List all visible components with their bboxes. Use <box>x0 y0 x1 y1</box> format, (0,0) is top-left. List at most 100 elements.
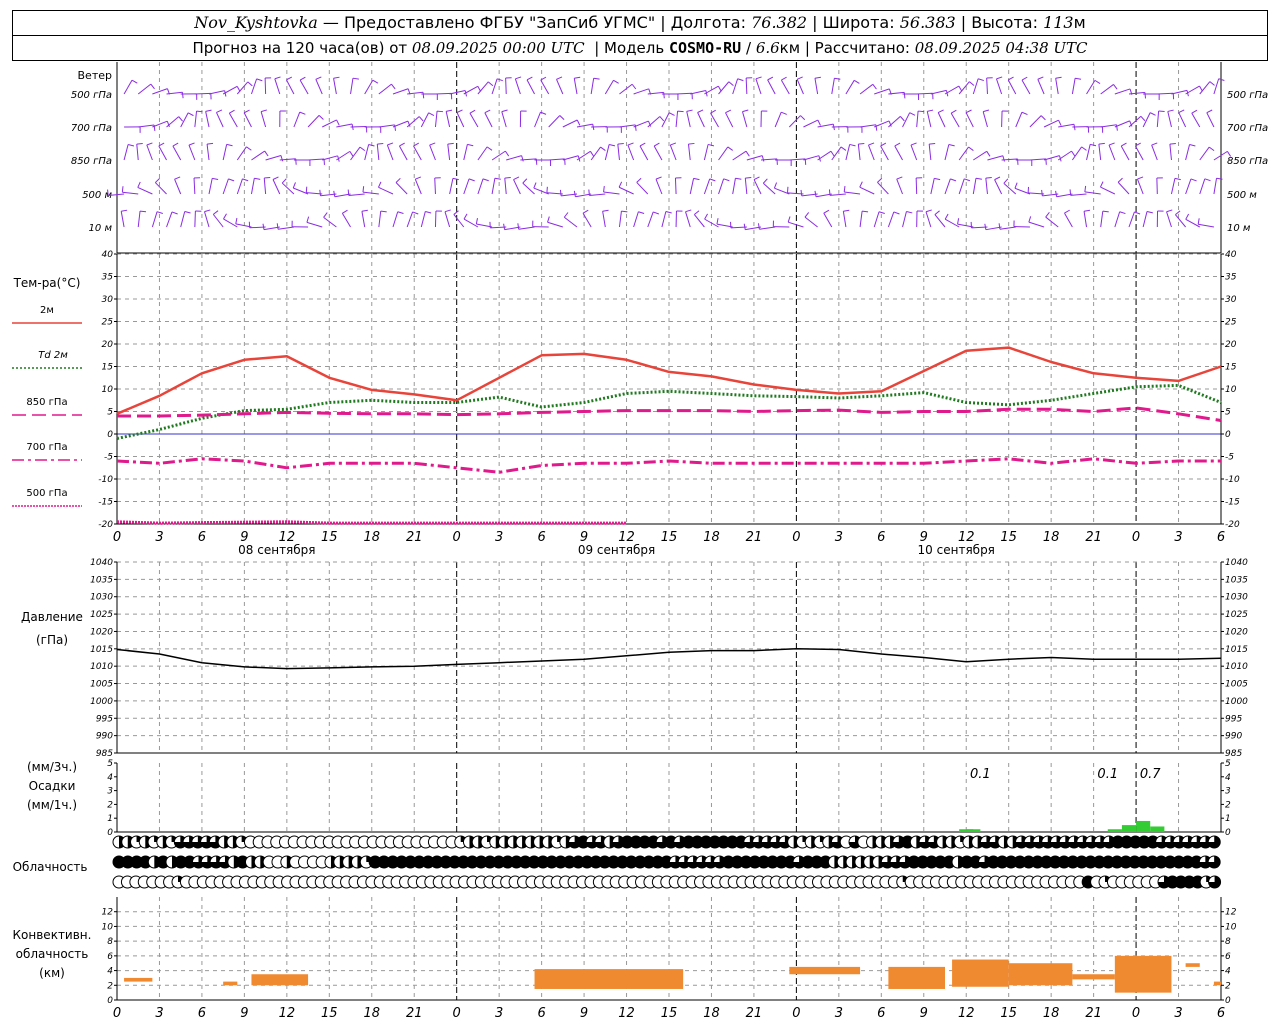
wind-barb-feather <box>925 209 932 213</box>
wind-barb-feather <box>716 218 719 225</box>
wind-barb-feather <box>1090 143 1097 147</box>
wind-barb-feather <box>814 76 821 79</box>
wind-barb <box>1199 146 1210 161</box>
y-tick-label-right: 1035 <box>1225 575 1248 585</box>
wind-barb-feather <box>697 109 704 113</box>
wind-barb-feather <box>1216 177 1223 180</box>
wind-barb <box>250 178 255 195</box>
wind-barb <box>336 150 351 161</box>
wind-barb <box>138 124 155 128</box>
y-tick-label-right: 2 <box>1225 981 1231 991</box>
wind-barb <box>689 178 695 195</box>
wind-barb <box>703 144 709 161</box>
y-tick-label-right: 0 <box>1225 996 1231 1006</box>
wind-barb-feather <box>638 211 645 214</box>
wind-barb-feather <box>292 182 296 189</box>
wind-barb-feather <box>896 176 903 180</box>
y-tick-label-right: 4 <box>1225 773 1231 783</box>
y-tick-label: 0 <box>107 828 113 838</box>
wind-barb <box>633 211 639 228</box>
wind-barb <box>341 213 351 228</box>
wind-barb-feather <box>139 210 147 213</box>
wind-barb <box>1084 191 1101 195</box>
y-tick-label-right: 1015 <box>1225 645 1248 655</box>
wind-barb <box>463 178 470 195</box>
wind-barb <box>395 182 408 195</box>
precip-bar <box>1150 826 1165 832</box>
wind-barb-feather <box>817 119 821 126</box>
wind-barb <box>910 144 918 161</box>
wind-barb-feather <box>336 119 340 126</box>
wind-barb <box>982 111 988 128</box>
wind-barb-feather <box>787 216 791 223</box>
wind-barb-feather <box>418 116 424 122</box>
wind-barb-feather <box>877 177 883 183</box>
x-hour-label: 12 <box>958 1006 975 1021</box>
wind-barb <box>950 112 960 128</box>
wind-barb <box>894 145 903 161</box>
wind-barb-feather <box>188 142 195 146</box>
wind-barb-feather <box>1175 210 1181 216</box>
y-tick-label: 10 <box>102 922 114 932</box>
wind-barb <box>1007 79 1017 95</box>
x-hour-label: 12 <box>618 1006 635 1021</box>
y-tick-label-right: 1010 <box>1225 662 1248 672</box>
wind-barb-feather <box>131 79 138 84</box>
x-hour-label: 6 <box>537 1006 545 1021</box>
wind-barb-feather <box>743 223 746 230</box>
wind-barb-feather <box>347 189 350 196</box>
wind-barb-feather <box>482 178 489 182</box>
wind-barb <box>137 211 141 228</box>
wind-barb-feather <box>1055 190 1058 197</box>
wind-barb <box>745 77 748 95</box>
wind-barb <box>392 211 399 228</box>
wind-barb <box>887 211 895 228</box>
wind-barb-feather <box>171 211 178 215</box>
wind-barb <box>774 112 782 128</box>
x-hour-label: 0 <box>453 1006 461 1021</box>
wind-barb <box>804 216 818 228</box>
wind-barb <box>1045 216 1059 228</box>
wind-barb-feather <box>372 79 379 84</box>
wind-barb-feather <box>840 146 847 151</box>
wind-barb-feather <box>800 115 806 121</box>
wind-barb <box>814 78 819 95</box>
wind-barb-feather <box>707 143 715 147</box>
precip-unit-top: (мм/3ч.) <box>27 760 77 774</box>
wind-barb <box>859 83 874 95</box>
wind-barb <box>774 187 790 195</box>
wind-barb-feather <box>893 211 900 215</box>
x-hour-label: 18 <box>1043 530 1060 545</box>
wind-barb-feather <box>1113 84 1118 90</box>
wind-barb-feather <box>533 182 537 189</box>
wind-barb <box>361 211 366 228</box>
wind-barb-feather <box>975 177 982 180</box>
conv-title-line-1: Конвективн. <box>13 928 92 942</box>
wind-barb-feather <box>767 76 774 81</box>
wind-barb-feather <box>773 182 778 189</box>
y-tick-label-right: 15 <box>1225 363 1237 373</box>
wind-barb <box>1178 112 1187 128</box>
wind-barb <box>831 146 842 161</box>
wind-barb <box>166 116 180 128</box>
wind-barb-feather <box>1189 144 1196 147</box>
wind-barb <box>602 211 606 228</box>
wind-barb <box>1083 211 1088 228</box>
wind-barb-feather <box>574 76 581 79</box>
wind-barb-feather <box>1218 78 1225 81</box>
wind-barb-feather <box>136 143 143 145</box>
wind-barb-feather <box>753 176 760 181</box>
x-hour-label: 21 <box>746 1006 763 1021</box>
y-tick-label: 30 <box>102 295 114 305</box>
wind-barb-feather <box>653 142 660 147</box>
wind-barb-feather <box>172 142 179 147</box>
wind-barb-feather <box>804 212 810 218</box>
wind-barb <box>260 111 267 128</box>
x-hour-label: 21 <box>746 530 763 545</box>
wind-barb-feather <box>380 210 387 213</box>
x-hour-label: 0 <box>792 530 800 545</box>
wind-barb-feather <box>1098 142 1105 145</box>
wind-barb <box>1114 120 1130 128</box>
wind-barb <box>636 182 649 195</box>
wind-barb <box>1191 112 1201 128</box>
